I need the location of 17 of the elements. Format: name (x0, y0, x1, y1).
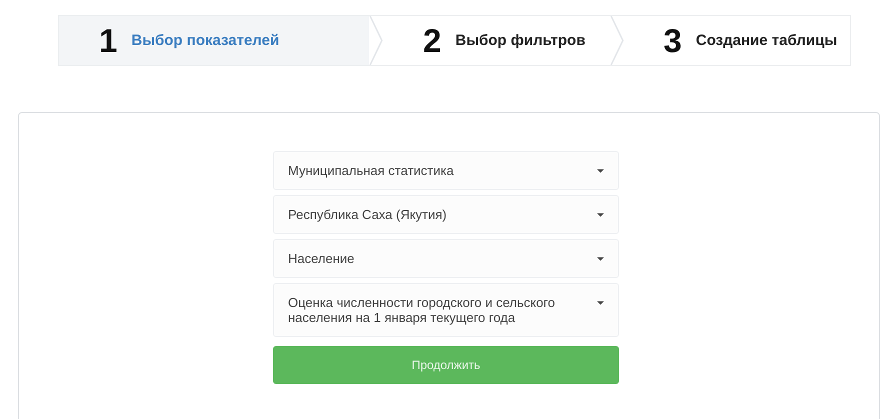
dropdown-field[interactable]: Республика Саха (Якутия) (273, 195, 619, 234)
caret-icon (597, 257, 604, 261)
step-label: Создание таблицы (696, 32, 838, 49)
caret-icon (597, 301, 604, 305)
step-number: 2 (423, 22, 442, 60)
caret-icon (597, 169, 604, 173)
step-tab[interactable]: 3 Создание таблицы (624, 16, 850, 65)
caret-icon (597, 213, 604, 217)
dropdown-field[interactable]: Население (273, 239, 619, 278)
dropdown-field[interactable]: Оценка численности городского и сельского населения на 1 января текущего года (273, 283, 619, 337)
step-tab[interactable]: 1 Выбор показателей (59, 16, 369, 65)
step-tab[interactable]: 2 Выбор фильтров (383, 16, 610, 65)
step-label: Выбор показателей (131, 32, 280, 49)
step-label: Выбор фильтров (455, 32, 586, 49)
dropdown-field[interactable]: Муниципальная статистика (273, 151, 619, 190)
step-number: 1 (99, 22, 118, 60)
step-number: 3 (664, 22, 682, 60)
